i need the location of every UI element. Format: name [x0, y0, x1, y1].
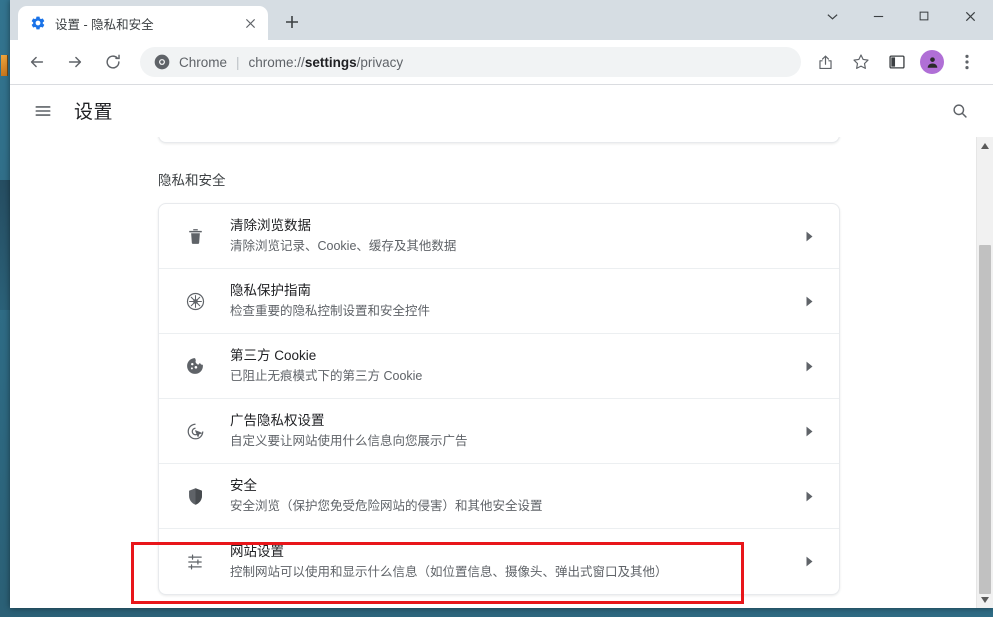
- row-title: 网站设置: [230, 543, 284, 559]
- omnibox-site-label: Chrome: [179, 54, 228, 70]
- forward-icon[interactable]: [60, 47, 90, 77]
- page-title: 设置: [74, 102, 114, 123]
- settings-header: 设置: [10, 85, 993, 137]
- new-tab-button[interactable]: [278, 8, 306, 36]
- settings-gear-icon: [30, 15, 46, 31]
- minimize-icon[interactable]: [855, 0, 901, 32]
- hamburger-menu-icon[interactable]: [26, 94, 60, 128]
- chevron-right-icon[interactable]: [797, 361, 821, 372]
- tab-search-icon[interactable]: [809, 0, 855, 32]
- row-text: 网站设置 控制网站可以使用和显示什么信息（如位置信息、摄像头、弹出式窗口及其他）: [215, 542, 797, 582]
- sliders-icon: [175, 552, 215, 572]
- three-dot-menu-icon[interactable]: [952, 47, 982, 77]
- row-subtitle: 自定义要让网站使用什么信息向您展示广告: [230, 434, 468, 448]
- window-controls: [809, 0, 993, 32]
- chevron-right-icon[interactable]: [797, 426, 821, 437]
- profile-avatar[interactable]: [920, 50, 944, 74]
- chevron-right-icon[interactable]: [797, 491, 821, 502]
- search-icon[interactable]: [943, 94, 977, 128]
- row-text: 第三方 Cookie 已阻止无痕模式下的第三方 Cookie: [215, 346, 797, 386]
- tab-title: 设置 - 隐私和安全: [55, 17, 154, 32]
- row-subtitle: 检查重要的隐私控制设置和安全控件: [230, 304, 431, 318]
- row-subtitle: 已阻止无痕模式下的第三方 Cookie: [230, 369, 423, 383]
- privacy-guide-icon: [175, 291, 215, 312]
- star-icon[interactable]: [846, 47, 876, 77]
- previous-card-partial: [158, 137, 840, 143]
- url-host: settings: [304, 54, 357, 70]
- address-bar[interactable]: Chrome | chrome://settings/privacy: [140, 47, 801, 77]
- settings-row-third-party-cookies[interactable]: 第三方 Cookie 已阻止无痕模式下的第三方 Cookie: [159, 334, 839, 399]
- row-title: 安全: [230, 478, 257, 493]
- scrollbar-thumb[interactable]: [979, 245, 991, 594]
- row-subtitle: 控制网站可以使用和显示什么信息（如位置信息、摄像头、弹出式窗口及其他）: [230, 564, 668, 579]
- settings-row-site-settings[interactable]: 网站设置 控制网站可以使用和显示什么信息（如位置信息、摄像头、弹出式窗口及其他）: [159, 529, 839, 594]
- desktop-icon-sliver: [1, 55, 8, 76]
- chevron-right-icon[interactable]: [797, 556, 821, 567]
- back-icon[interactable]: [22, 47, 52, 77]
- browser-toolbar: Chrome | chrome://settings/privacy: [10, 40, 993, 85]
- settings-row-ad-privacy[interactable]: 广告隐私权设置 自定义要让网站使用什么信息向您展示广告: [159, 399, 839, 464]
- omnibox-separator: |: [236, 54, 240, 70]
- browser-tab[interactable]: 设置 - 隐私和安全: [18, 6, 268, 40]
- privacy-settings-card: 清除浏览数据 清除浏览记录、Cookie、缓存及其他数据 隐私保护指南 检查重要…: [158, 203, 840, 595]
- ad-privacy-icon: [175, 421, 215, 442]
- row-subtitle: 安全浏览（保护您免受危险网站的侵害）和其他安全设置: [230, 499, 543, 513]
- url-path: /privacy: [356, 54, 404, 70]
- close-window-icon[interactable]: [947, 0, 993, 32]
- row-title: 广告隐私权设置: [230, 413, 325, 428]
- chrome-browser-window: 设置 - 隐私和安全 Chrome | chrome://settings/pr…: [10, 0, 993, 608]
- side-panel-icon[interactable]: [882, 47, 912, 77]
- scroll-down-arrow-icon[interactable]: [977, 591, 993, 608]
- trash-icon: [175, 227, 215, 246]
- chrome-logo-icon: [154, 54, 170, 70]
- settings-row-privacy-guide[interactable]: 隐私保护指南 检查重要的隐私控制设置和安全控件: [159, 269, 839, 334]
- row-title: 第三方 Cookie: [230, 348, 317, 363]
- row-text: 安全 安全浏览（保护您免受危险网站的侵害）和其他安全设置: [215, 476, 797, 516]
- shield-icon: [175, 487, 215, 506]
- row-text: 广告隐私权设置 自定义要让网站使用什么信息向您展示广告: [215, 411, 797, 451]
- cookie-icon: [175, 356, 215, 376]
- share-icon[interactable]: [810, 47, 840, 77]
- settings-row-security[interactable]: 安全 安全浏览（保护您免受危险网站的侵害）和其他安全设置: [159, 464, 839, 529]
- section-heading: 隐私和安全: [158, 173, 226, 188]
- row-text: 清除浏览数据 清除浏览记录、Cookie、缓存及其他数据: [215, 216, 797, 256]
- close-icon[interactable]: [240, 13, 260, 33]
- reload-icon[interactable]: [98, 47, 128, 77]
- tab-strip: 设置 - 隐私和安全: [10, 0, 993, 40]
- omnibox-url: chrome://settings/privacy: [249, 55, 404, 70]
- url-prefix: chrome://: [248, 54, 305, 70]
- row-text: 隐私保护指南 检查重要的隐私控制设置和安全控件: [215, 281, 797, 321]
- row-title: 隐私保护指南: [230, 283, 311, 298]
- scroll-up-arrow-icon[interactable]: [977, 137, 993, 154]
- page-scrollbar[interactable]: [976, 137, 993, 608]
- settings-row-clear-browsing-data[interactable]: 清除浏览数据 清除浏览记录、Cookie、缓存及其他数据: [159, 204, 839, 269]
- maximize-icon[interactable]: [901, 0, 947, 32]
- chevron-right-icon[interactable]: [797, 296, 821, 307]
- settings-page: 设置 隐私和安全 清除浏览数据 清除浏览记录、Cookie、缓存及其他数据 隐私…: [10, 85, 993, 608]
- chevron-right-icon[interactable]: [797, 231, 821, 242]
- row-subtitle: 清除浏览记录、Cookie、缓存及其他数据: [230, 239, 457, 253]
- row-title: 清除浏览数据: [230, 218, 311, 233]
- settings-content: 隐私和安全 清除浏览数据 清除浏览记录、Cookie、缓存及其他数据 隐私保护指…: [10, 137, 976, 608]
